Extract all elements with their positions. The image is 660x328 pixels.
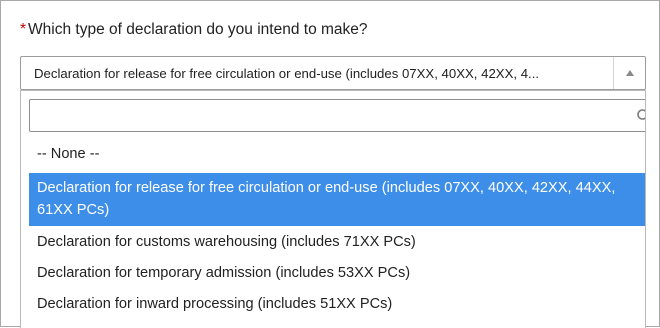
- option-none[interactable]: -- None --: [29, 143, 645, 173]
- declaration-type-select[interactable]: Declaration for release for free circula…: [20, 56, 646, 90]
- declaration-form: * Which type of declaration do you intend…: [0, 0, 660, 328]
- options-list: -- None -- Declaration for release for f…: [29, 143, 645, 319]
- option-customs-warehousing[interactable]: Declaration for customs warehousing (inc…: [29, 226, 645, 257]
- option-temporary-admission[interactable]: Declaration for temporary admission (inc…: [29, 257, 645, 288]
- caret-up-icon-shape: [625, 70, 634, 76]
- selected-value: Declaration for release for free circula…: [34, 66, 540, 81]
- option-free-circulation[interactable]: Declaration for release for free circula…: [29, 173, 645, 226]
- caret-up-icon[interactable]: [613, 57, 645, 89]
- required-marker: *: [20, 21, 27, 38]
- search-input[interactable]: [30, 100, 645, 131]
- question-label: * Which type of declaration do you intend…: [20, 21, 368, 39]
- question-text: Which type of declaration do you intend …: [28, 21, 368, 38]
- dropdown-search-field[interactable]: [29, 99, 645, 132]
- dropdown-panel: -- None -- Declaration for release for f…: [20, 90, 646, 328]
- option-inward-processing[interactable]: Declaration for inward processing (inclu…: [29, 288, 645, 319]
- search-icon: [637, 109, 645, 120]
